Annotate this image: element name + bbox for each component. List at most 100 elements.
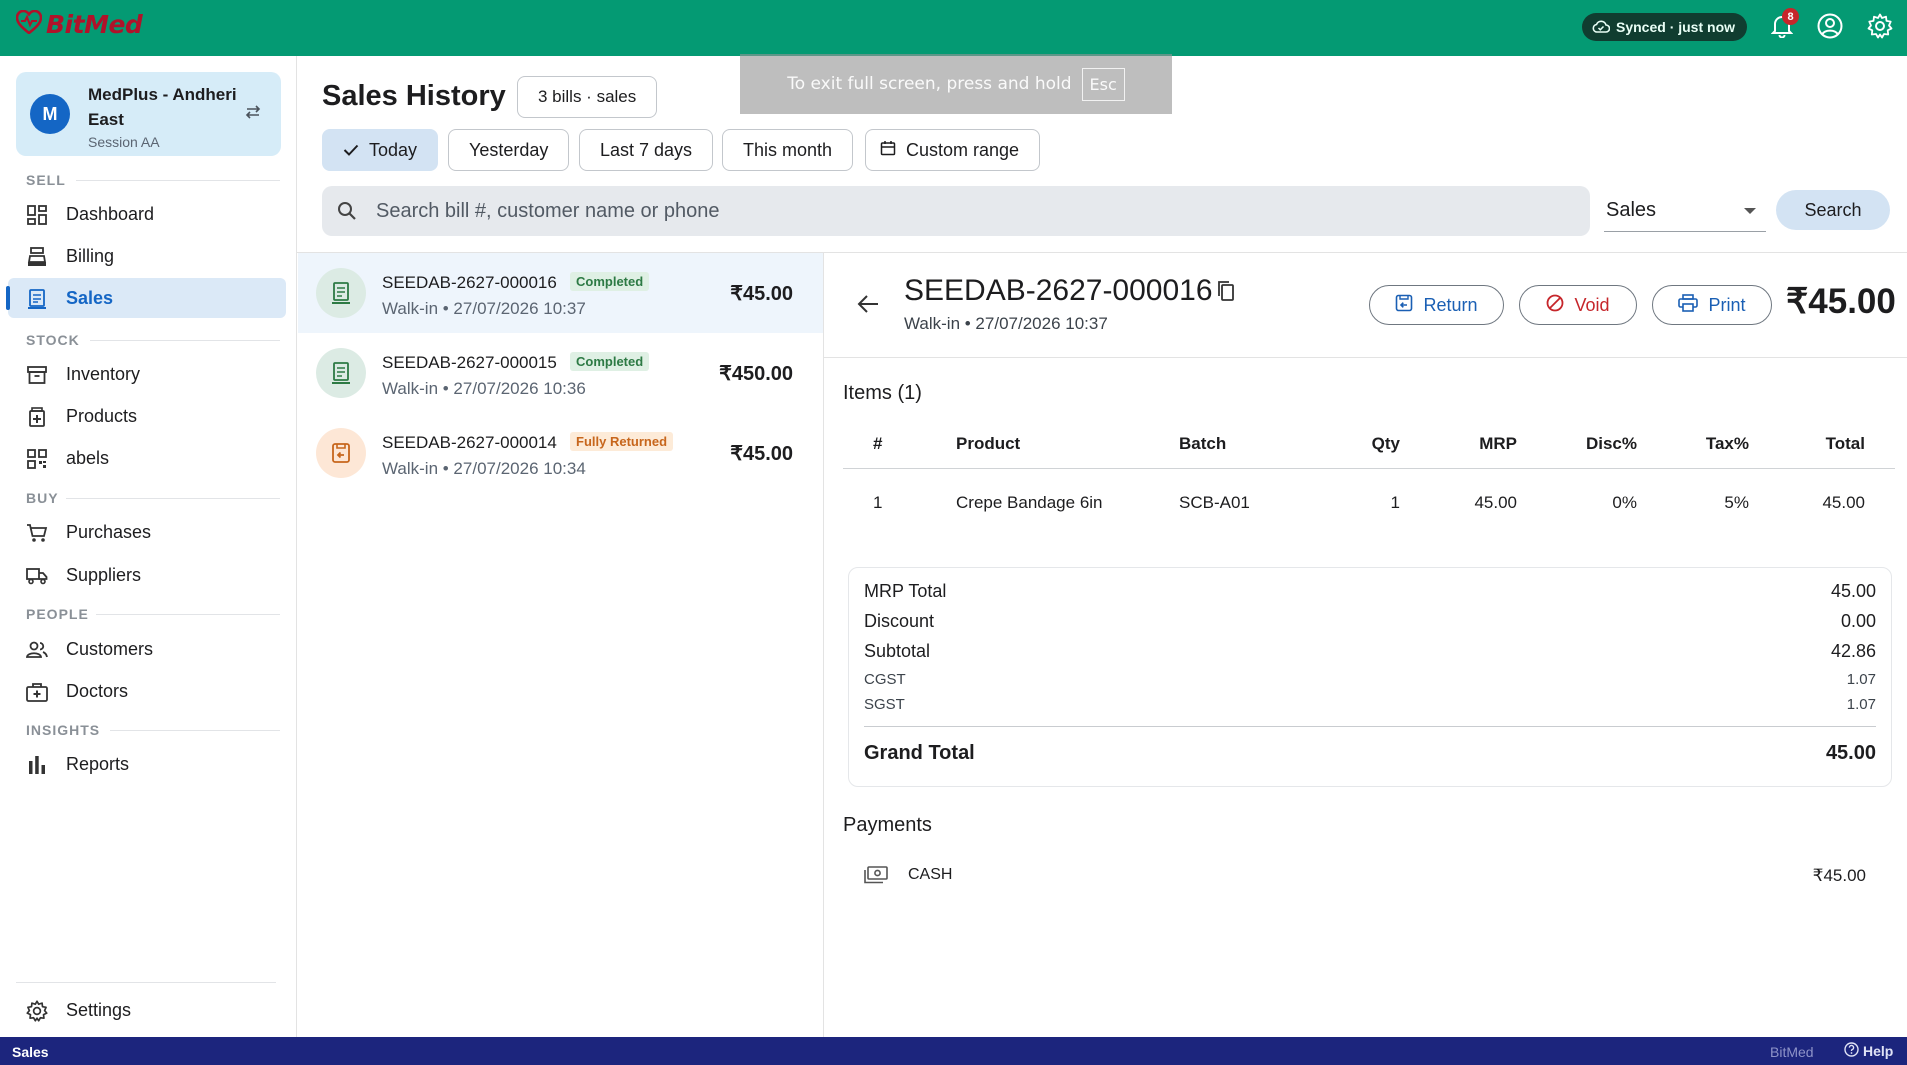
void-button[interactable]: Void — [1519, 285, 1637, 325]
settings-top-button[interactable] — [1864, 12, 1896, 44]
sidebar-item-label: abels — [66, 447, 110, 468]
return-receipt-icon — [316, 428, 366, 478]
filter-custom-range[interactable]: Custom range — [865, 129, 1041, 171]
sidebar-item-doctors[interactable]: Doctors — [8, 671, 286, 711]
sidebar-item-label: Settings — [66, 999, 132, 1020]
sidebar-item-label: Dashboard — [66, 203, 155, 224]
row-tax: 5% — [1724, 493, 1749, 512]
filter-this-month[interactable]: This month — [722, 129, 854, 171]
sync-status-pill[interactable]: Synced · just now — [1582, 13, 1748, 41]
sidebar-item-label: Reports — [66, 753, 130, 774]
subtotal-value: 42.86 — [1830, 641, 1876, 661]
help-link[interactable]: Help — [1844, 1042, 1893, 1060]
dashboard-icon — [26, 204, 48, 226]
sale-type-value: Sales — [1606, 199, 1657, 221]
chevron-down-icon — [1744, 208, 1756, 214]
print-button[interactable]: Print — [1652, 285, 1772, 325]
bill-subtitle: Walk-in • 27/07/2026 10:37 — [382, 299, 586, 318]
account-button[interactable] — [1814, 12, 1846, 44]
swap-icon[interactable] — [244, 104, 262, 125]
calendar-icon — [880, 140, 896, 161]
section-divider — [66, 498, 280, 499]
gear-icon — [26, 1000, 48, 1022]
sidebar-item-label: Doctors — [66, 680, 129, 701]
check-icon — [343, 140, 359, 161]
sidebar-item-suppliers[interactable]: Suppliers — [8, 555, 286, 595]
sidebar-item-purchases[interactable]: Purchases — [8, 512, 286, 552]
bill-list-item[interactable]: SEEDAB-2627-000015 Completed Walk-in • 2… — [298, 333, 823, 413]
column-header: Disc% — [1585, 434, 1637, 453]
status-section: Sales — [12, 1044, 49, 1060]
back-button[interactable] — [852, 290, 884, 322]
section-divider — [76, 180, 280, 181]
filter-yesterday[interactable]: Yesterday — [448, 129, 570, 171]
search-input[interactable] — [376, 186, 1566, 236]
bill-amount: ₹450.00 — [719, 363, 793, 385]
receipt-icon — [316, 348, 366, 398]
sidebar-item-label: Sales — [66, 287, 114, 308]
bill-amount: ₹45.00 — [730, 283, 793, 305]
brand-logo[interactable]: BitMed — [15, 9, 143, 39]
sidebar-item-labels[interactable]: abels — [8, 438, 286, 478]
section-label-people: PEOPLE — [26, 606, 89, 622]
sidebar-item-sales[interactable]: Sales — [6, 278, 286, 318]
section-label-stock: STOCK — [26, 332, 80, 348]
summary-divider — [864, 726, 1876, 727]
sidebar-item-reports[interactable]: Reports — [8, 744, 286, 784]
bill-detail-amount: ₹45.00 — [1786, 282, 1896, 321]
heart-pulse-icon — [15, 9, 43, 39]
sgst-value: 1.07 — [1846, 696, 1876, 713]
status-badge: Completed — [570, 352, 650, 371]
column-header: # — [873, 434, 883, 453]
bill-subtitle: Walk-in • 27/07/2026 10:36 — [382, 379, 586, 398]
gear-icon — [1867, 13, 1893, 44]
column-header: Qty — [1371, 434, 1400, 453]
archive-box-icon — [26, 364, 48, 386]
sidebar-item-customers[interactable]: Customers — [8, 629, 286, 669]
bill-list-item[interactable]: SEEDAB-2627-000014 Fully Returned Walk-i… — [298, 413, 823, 493]
sidebar-item-label: Suppliers — [66, 564, 142, 585]
row-index: 1 — [873, 493, 883, 512]
return-button[interactable]: Return — [1369, 285, 1504, 325]
cash-register-icon — [26, 246, 48, 268]
return-label: Return — [1423, 294, 1478, 315]
payment-method: CASH — [908, 866, 953, 883]
sidebar-item-label: Purchases — [66, 521, 152, 542]
cloud-check-icon — [1592, 19, 1611, 36]
printer-icon — [1678, 293, 1699, 317]
sidebar-item-inventory[interactable]: Inventory — [8, 354, 286, 394]
row-qty: 1 — [1390, 493, 1400, 512]
subtotal-label: Subtotal — [864, 641, 931, 661]
section-divider — [90, 340, 280, 341]
sidebar-item-products[interactable]: Products — [8, 396, 286, 436]
brand-name: BitMed — [46, 10, 143, 39]
copy-icon[interactable] — [1216, 280, 1236, 307]
section-label-buy: BUY — [26, 490, 59, 506]
receipt-icon — [316, 268, 366, 318]
mrp-total-label: MRP Total — [864, 581, 947, 601]
column-header: Tax% — [1705, 434, 1749, 453]
grand-total-value: 45.00 — [1825, 742, 1876, 764]
sidebar-item-label: Billing — [66, 245, 115, 266]
section-label-sell: SELL — [26, 172, 66, 188]
detail-header-divider — [824, 357, 1907, 358]
people-icon — [26, 639, 48, 661]
store-switcher-card[interactable]: M MedPlus - Andheri East Session AA — [16, 72, 281, 156]
notifications-button[interactable]: 8 — [1766, 8, 1799, 44]
search-button[interactable]: Search — [1776, 190, 1890, 230]
sidebar-item-billing[interactable]: Billing — [8, 236, 286, 276]
bill-list-item[interactable]: SEEDAB-2627-000016 Completed Walk-in • 2… — [298, 253, 823, 333]
search-bar — [322, 186, 1590, 236]
help-circle-icon — [1844, 1042, 1859, 1060]
fullscreen-notice-text: To exit full screen, press and hold — [787, 74, 1072, 94]
cash-icon — [864, 866, 888, 889]
sidebar-bottom-divider — [16, 982, 276, 983]
sale-type-select[interactable]: Sales — [1604, 190, 1766, 232]
notification-badge: 8 — [1782, 8, 1799, 25]
sidebar-item-dashboard[interactable]: Dashboard — [8, 194, 286, 234]
sidebar-item-settings[interactable]: Settings — [8, 990, 286, 1030]
filter-today[interactable]: Today — [322, 129, 439, 171]
filter-last-7-days[interactable]: Last 7 days — [579, 129, 714, 171]
sidebar-item-label: Customers — [66, 638, 154, 659]
bar-chart-icon — [26, 754, 48, 776]
